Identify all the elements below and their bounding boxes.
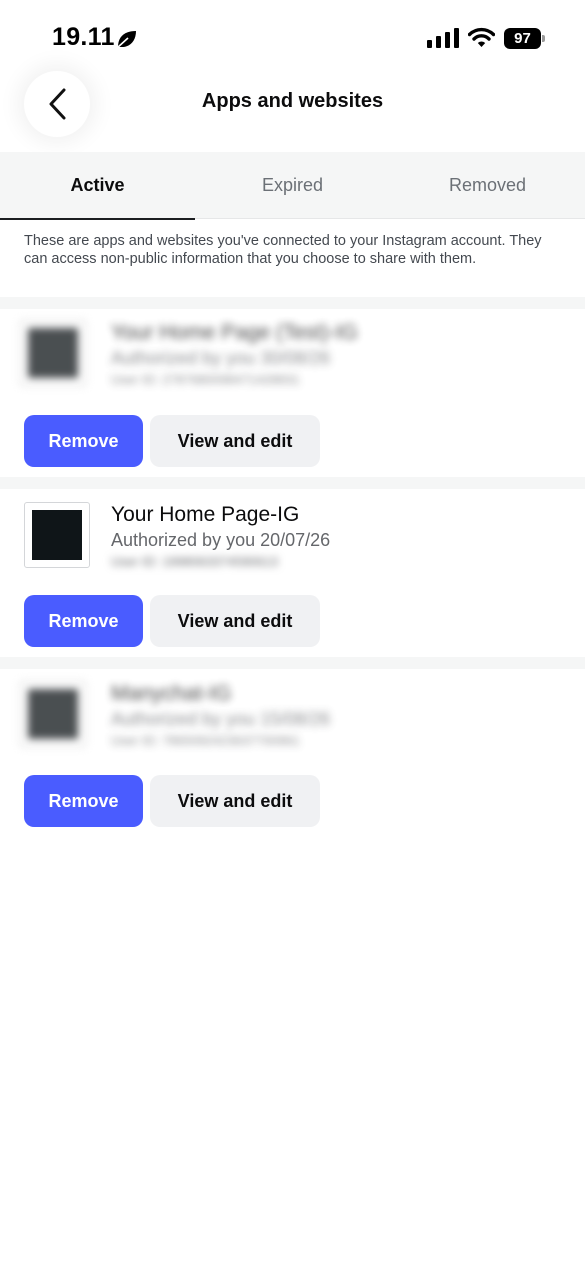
wifi-icon xyxy=(468,27,495,47)
battery-icon: 97 xyxy=(504,28,545,49)
view-and-edit-button[interactable]: View and edit xyxy=(150,595,320,647)
section-divider xyxy=(0,477,585,489)
app-logo xyxy=(24,502,90,568)
status-bar: 19.11 97 xyxy=(0,0,585,70)
leaf-icon xyxy=(116,31,136,49)
tab-bar: Active Expired Removed xyxy=(0,152,585,220)
battery-level: 97 xyxy=(504,28,541,49)
app-user-id: User ID: 1998063374590613 xyxy=(111,554,278,569)
section-divider xyxy=(0,297,585,309)
app-authorized-date: Authorized by you 20/07/26 xyxy=(111,530,331,550)
section-divider xyxy=(0,657,585,669)
remove-button[interactable]: Remove xyxy=(24,775,143,827)
status-time: 19.11 xyxy=(52,23,115,51)
remove-button[interactable]: Remove xyxy=(24,595,143,647)
cellular-signal-icon xyxy=(427,28,459,48)
app-name: Your Home Page-IG xyxy=(111,503,300,526)
view-and-edit-button[interactable]: View and edit xyxy=(150,775,320,827)
tab-expired[interactable]: Expired xyxy=(195,152,390,219)
page-title: Apps and websites xyxy=(201,90,384,112)
remove-button[interactable]: Remove xyxy=(24,415,143,467)
description-text: These are apps and websites you've conne… xyxy=(24,233,542,267)
view-and-edit-button[interactable]: View and edit xyxy=(150,415,320,467)
tab-active[interactable]: Active xyxy=(0,152,195,220)
tab-removed[interactable]: Removed xyxy=(390,152,585,219)
